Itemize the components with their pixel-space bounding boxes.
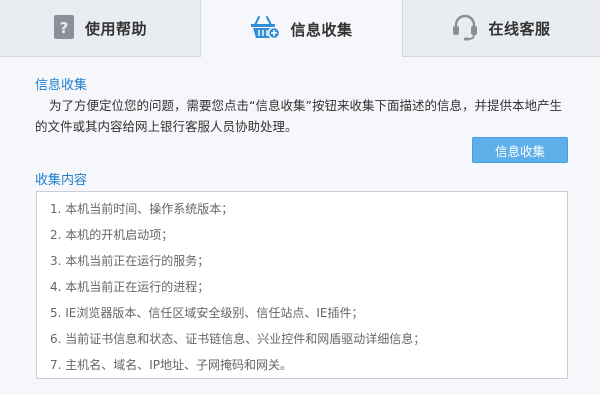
question-icon: ? [53, 14, 75, 44]
info-description: 为了方便定位您的问题，需要您点击“信息收集”按钮来收集下面描述的信息，并提供本地… [35, 98, 562, 134]
content-section-title: 收集内容 [35, 173, 88, 188]
content-list: 1. 本机当前时间、操作系统版本； 2. 本机的开机启动项； 3. 本机当前正在… [50, 199, 567, 381]
headset-icon [452, 13, 478, 45]
list-item: 5. IE浏览器版本、信任区域安全级别、信任站点、IE插件； [50, 306, 364, 320]
info-section-title: 信息收集 [35, 78, 88, 93]
list-item: 3. 本机当前正在运行的服务； [50, 254, 210, 268]
tab-help[interactable]: ? 使用帮助 [0, 0, 200, 57]
tab-help-label: 使用帮助 [84, 20, 147, 38]
collect-info-button[interactable]: 信息收集 [472, 137, 568, 163]
list-item: 7. 主机名、域名、IP地址、子网掩码和网关。 [50, 358, 293, 372]
tab-bar: ? 使用帮助 信息收集 在线客服 [0, 0, 600, 58]
list-item: 1. 本机当前时间、操作系统版本； [50, 202, 234, 216]
list-item: 6. 当前证书信息和状态、证书链信息、兴业控件和网盾驱动详细信息； [50, 332, 426, 346]
basket-icon [250, 14, 281, 44]
list-item: 2. 本机的开机启动项； [50, 228, 174, 242]
tab-collect-label: 信息收集 [290, 20, 353, 39]
info-collect-panel: 信息收集 为了方便定位您的问题，需要您点击“信息收集”按钮来收集下面描述的信息，… [0, 57, 600, 395]
tab-collect[interactable]: 信息收集 [200, 0, 403, 58]
svg-text:?: ? [60, 19, 69, 37]
list-item: 4. 本机当前正在运行的进程； [50, 280, 210, 294]
content-list-box[interactable]: 1. 本机当前时间、操作系统版本； 2. 本机的开机启动项； 3. 本机当前正在… [36, 191, 568, 379]
tab-service-label: 在线客服 [488, 20, 551, 38]
tab-service[interactable]: 在线客服 [403, 0, 600, 57]
